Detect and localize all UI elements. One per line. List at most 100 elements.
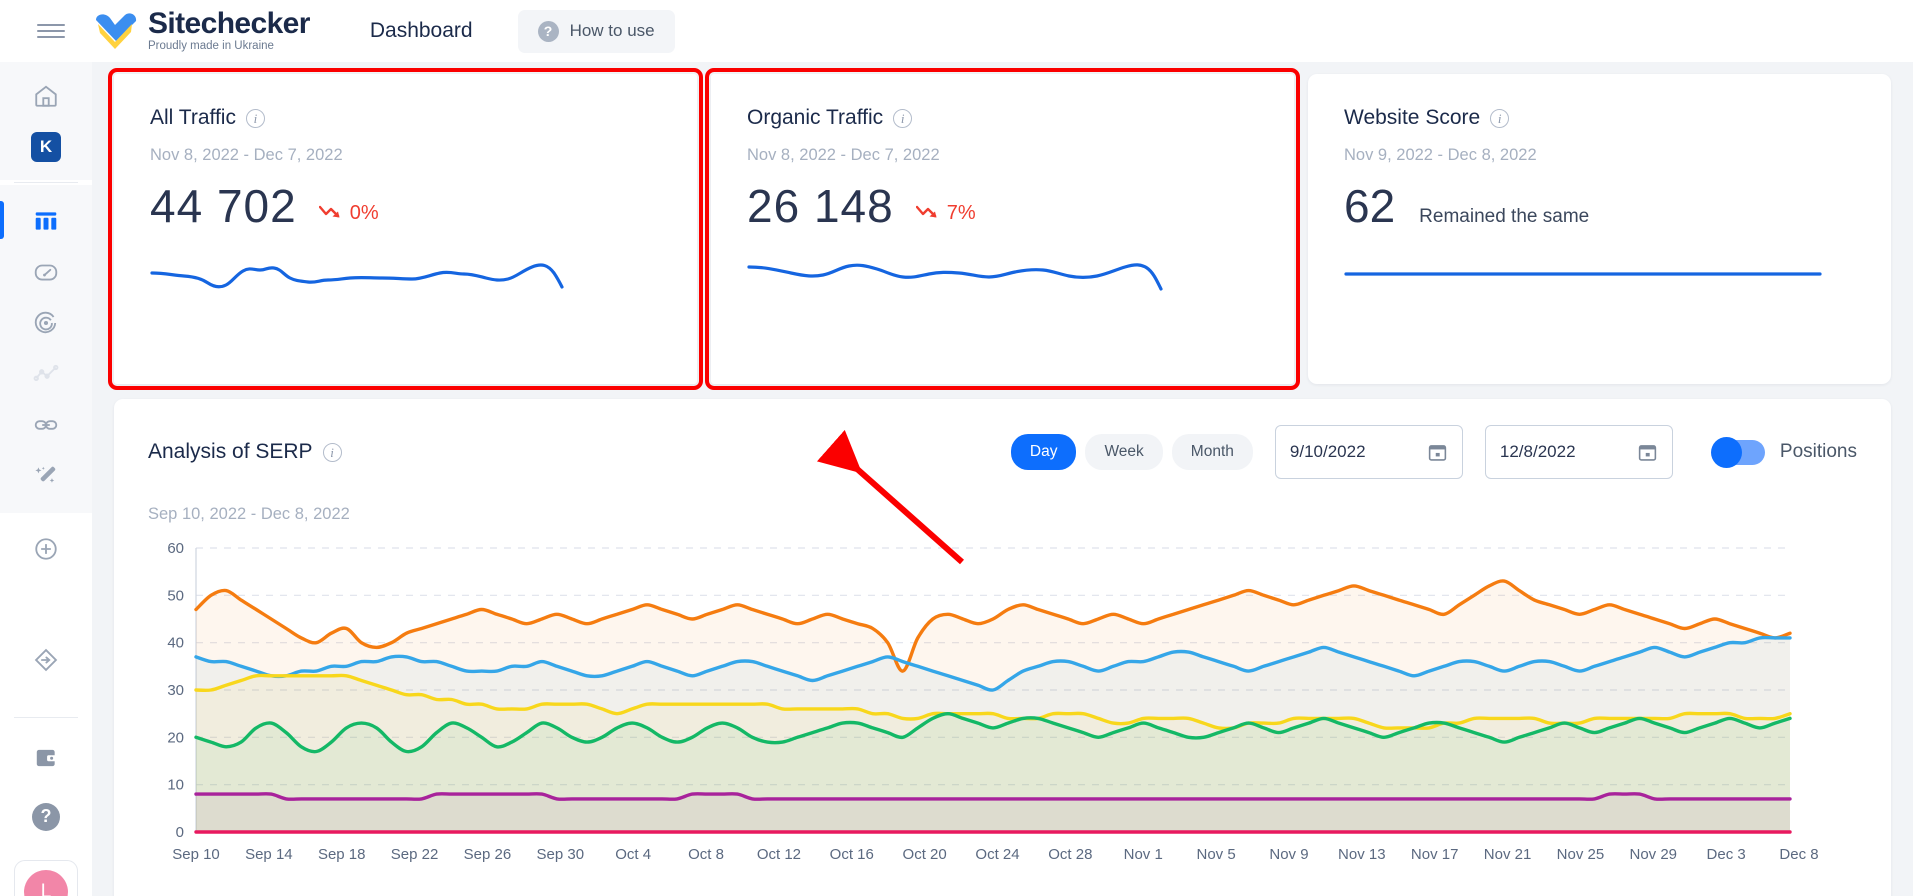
calendar-icon[interactable] xyxy=(1637,442,1658,463)
info-icon[interactable]: i xyxy=(322,442,342,462)
svg-text:50: 50 xyxy=(167,587,184,604)
info-icon[interactable]: i xyxy=(1490,108,1510,128)
question-circle-icon: ? xyxy=(32,802,60,831)
granularity-week-button[interactable]: Week xyxy=(1085,434,1163,470)
info-icon[interactable]: i xyxy=(245,108,265,128)
card-value-row: 44 702 0% xyxy=(150,179,661,233)
card-organic-traffic[interactable]: Organic Traffic i Nov 8, 2022 - Dec 7, 2… xyxy=(705,68,1300,390)
x-axis-label: Dec 3 xyxy=(1706,846,1746,863)
serp-chart-x-axis: Sep 10 Sep 14 Sep 18 Sep 22 Sep 26 Sep 30 Oct … xyxy=(172,838,1818,872)
nav-dashboard[interactable]: Dashboard xyxy=(370,19,473,43)
serp-header: Analysis of SERP i Day Week Month 9/10/2… xyxy=(148,425,1857,479)
sidebar-divider xyxy=(14,182,78,183)
sidebar-divider xyxy=(14,717,78,718)
sidebar-item-tools[interactable] xyxy=(0,634,92,685)
dashboard-grid-icon xyxy=(35,211,57,230)
x-axis-label: Nov 5 xyxy=(1196,846,1236,863)
card-title: Website Score xyxy=(1344,106,1481,129)
sidebar-item-billing[interactable] xyxy=(0,732,92,783)
user-avatar-button[interactable]: L xyxy=(14,860,78,896)
x-axis-label: Oct 8 xyxy=(688,846,724,863)
card-status-text: Remained the same xyxy=(1419,206,1590,227)
card-date-range: Nov 8, 2022 - Dec 7, 2022 xyxy=(747,146,940,164)
analysis-of-serp-panel: Analysis of SERP i Day Week Month 9/10/2… xyxy=(114,399,1891,896)
x-axis-label: Nov 17 xyxy=(1410,846,1459,863)
card-header: Organic Traffic i xyxy=(747,106,1258,130)
sidebar-item-site-audit[interactable] xyxy=(0,246,92,297)
date-from-input[interactable]: 9/10/2022 xyxy=(1274,425,1463,479)
card-delta: 0% xyxy=(318,202,379,225)
x-axis-label: Oct 16 xyxy=(829,846,874,863)
x-axis-label: Nov 25 xyxy=(1556,846,1605,863)
x-axis-label: Nov 13 xyxy=(1338,846,1386,863)
hamburger-menu-icon[interactable] xyxy=(20,20,82,41)
card-title: All Traffic xyxy=(150,106,236,129)
top-bar: Sitechecker Proudly made in Ukraine Dash… xyxy=(0,0,1913,62)
calendar-icon[interactable] xyxy=(1427,442,1448,463)
card-date-range: Nov 8, 2022 - Dec 7, 2022 xyxy=(150,146,343,164)
wallet-icon xyxy=(36,749,57,766)
x-axis-label: Sep 22 xyxy=(390,846,439,863)
hamburger-line xyxy=(37,23,65,27)
question-circle-icon: ? xyxy=(537,20,559,42)
radar-icon xyxy=(34,311,57,333)
how-to-use-label: How to use xyxy=(569,21,655,40)
x-axis-label: Sep 18 xyxy=(317,846,366,863)
sidebar-item-keyword[interactable]: K xyxy=(0,121,92,172)
sidebar-item-add-project[interactable] xyxy=(0,523,92,574)
card-all-traffic[interactable]: All Traffic i Nov 8, 2022 - Dec 7, 2022 … xyxy=(108,68,703,390)
brand-name: Sitechecker xyxy=(148,7,310,41)
sidebar-item-dashboard[interactable] xyxy=(0,195,92,246)
serp-date-range: Sep 10, 2022 - Dec 8, 2022 xyxy=(148,505,350,523)
magic-wand-icon xyxy=(35,466,56,483)
positions-toggle[interactable]: Positions xyxy=(1710,436,1857,468)
sparkline-organic-traffic xyxy=(747,255,1258,304)
link-icon xyxy=(34,419,58,430)
trend-down-icon xyxy=(915,205,937,218)
svg-text:60: 60 xyxy=(167,540,184,557)
card-value-row: 62 Remained the same xyxy=(1344,179,1855,233)
granularity-segmented-control: Day Week Month xyxy=(1010,434,1253,470)
serp-controls: Day Week Month 9/10/2022 12/8/2022 Posit… xyxy=(1010,425,1857,479)
brand-tagline: Proudly made in Ukraine xyxy=(148,40,274,53)
date-to-input[interactable]: 12/8/2022 xyxy=(1484,425,1673,479)
sidebar-item-site-monitoring[interactable] xyxy=(0,297,92,348)
sidebar-item-on-page-seo[interactable] xyxy=(0,450,92,501)
x-axis-label: Sep 30 xyxy=(536,846,585,863)
x-axis-label: Sep 10 xyxy=(172,846,220,863)
brand-logo[interactable]: Sitechecker Proudly made in Ukraine xyxy=(92,9,310,53)
sidebar-item-rank-tracker[interactable] xyxy=(0,348,92,399)
sidebar-item-help[interactable]: ? xyxy=(0,791,92,842)
date-from-value: 9/10/2022 xyxy=(1289,442,1366,461)
main-content: All Traffic i Nov 8, 2022 - Dec 7, 2022 … xyxy=(92,62,1913,896)
x-axis-label: Nov 1 xyxy=(1123,846,1163,863)
diamond-arrow-icon xyxy=(34,648,58,671)
kpi-cards-row: All Traffic i Nov 8, 2022 - Dec 7, 2022 … xyxy=(108,68,1891,390)
hamburger-line xyxy=(37,35,65,39)
granularity-day-button[interactable]: Day xyxy=(1010,434,1077,470)
x-axis-label: Sep 14 xyxy=(245,846,293,863)
granularity-month-button[interactable]: Month xyxy=(1171,434,1253,470)
card-delta-text: 7% xyxy=(946,201,976,224)
date-to-value: 12/8/2022 xyxy=(1499,442,1576,461)
toggle-knob xyxy=(1710,436,1742,468)
svg-text:0: 0 xyxy=(176,824,184,838)
sidebar-item-home[interactable] xyxy=(0,70,92,121)
sidebar-item-backlinks[interactable] xyxy=(0,399,92,450)
k-badge-icon: K xyxy=(31,131,61,162)
card-date-range: Nov 9, 2022 - Dec 8, 2022 xyxy=(1344,146,1537,164)
x-axis-label: Sep 26 xyxy=(463,846,512,863)
svg-text:10: 10 xyxy=(167,777,184,794)
avatar: L xyxy=(24,870,68,896)
x-axis-label: Oct 24 xyxy=(975,846,1020,863)
positions-toggle-label: Positions xyxy=(1779,441,1857,462)
card-header: Website Score i xyxy=(1344,106,1855,130)
gauge-icon xyxy=(34,264,58,281)
how-to-use-button[interactable]: ? How to use xyxy=(517,9,675,53)
info-icon[interactable]: i xyxy=(893,108,913,128)
card-website-score[interactable]: Website Score i Nov 9, 2022 - Dec 8, 202… xyxy=(1308,74,1891,384)
svg-text:20: 20 xyxy=(167,729,184,746)
toggle-track xyxy=(1710,436,1765,468)
svg-text:40: 40 xyxy=(167,635,184,652)
serp-chart[interactable]: 0 10 20 30 40 50 60 xyxy=(148,538,1857,838)
